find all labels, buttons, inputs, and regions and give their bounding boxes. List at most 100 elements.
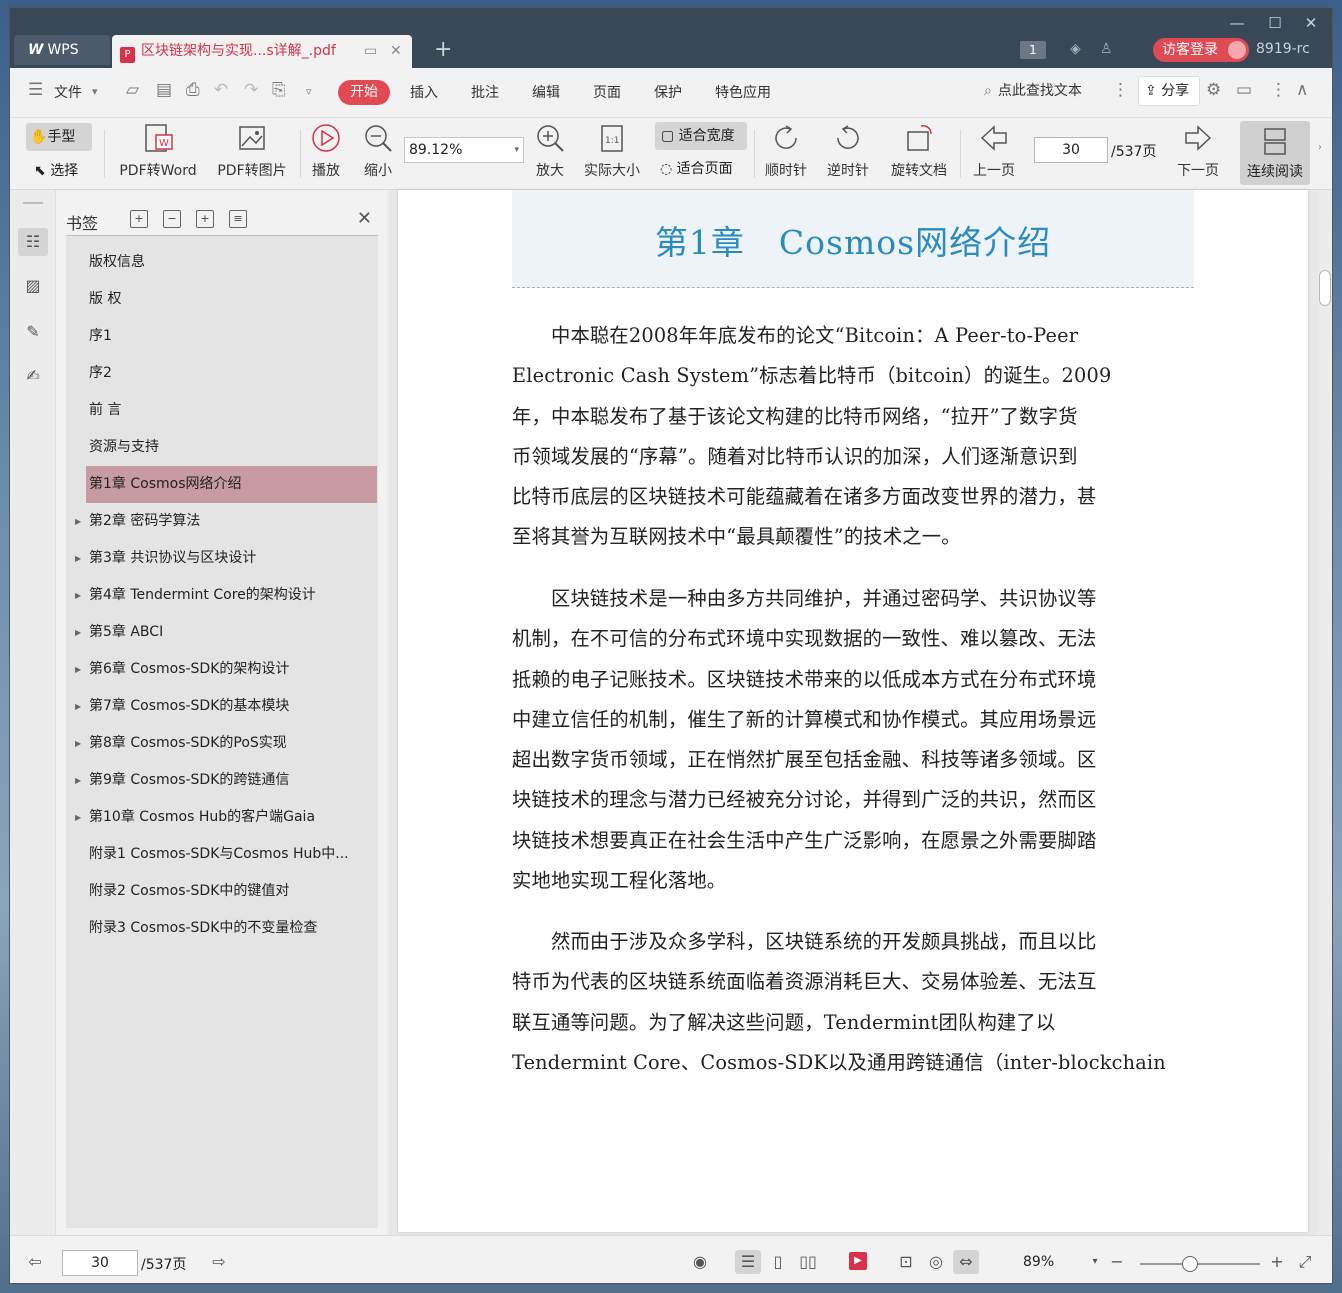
bookmark-item[interactable]: ▶ 第6章 Cosmos-SDK的架构设计 [66, 651, 378, 688]
undo-icon[interactable]: ↶ [214, 80, 228, 100]
bookmark-item[interactable]: 附录2 Cosmos-SDK中的键值对 [66, 873, 378, 910]
zoom-out-button[interactable]: 缩小 [358, 118, 398, 188]
expand-arrow-icon[interactable]: ▶ [75, 614, 81, 651]
tab-start[interactable]: 开始 [338, 80, 390, 105]
signature-icon[interactable]: ✍ [18, 362, 48, 390]
bookmark-options-icon[interactable]: ≡ [229, 210, 247, 228]
new-tab-button[interactable]: + [434, 37, 452, 62]
bookmark-item[interactable]: 版 权 [66, 281, 378, 318]
bookmark-panel-icon[interactable]: ☷ [18, 228, 48, 256]
bookmark-item[interactable]: 序2 [66, 355, 378, 392]
actual-size-status-icon[interactable]: ⊡ [893, 1250, 919, 1274]
prev-page-button[interactable]: 上一页 [968, 118, 1020, 188]
rotate-document-button[interactable]: 旋转文档 [886, 118, 952, 188]
window-count-badge[interactable]: 1 [1020, 41, 1046, 59]
tab-edit[interactable]: 编辑 [532, 82, 560, 102]
thumbnail-icon[interactable]: ▨ [18, 272, 48, 300]
more-vertical-icon[interactable]: ⋮ [1112, 80, 1129, 100]
bookmark-item[interactable]: ▶ 第3章 共识协议与区块设计 [66, 540, 378, 577]
expand-arrow-icon[interactable]: ▶ [75, 503, 81, 540]
pdf-to-word-button[interactable]: W PDF转Word [112, 118, 204, 188]
single-page-icon[interactable]: ▯ [765, 1250, 791, 1274]
status-zoom-value[interactable]: 89% [1023, 1254, 1054, 1270]
more-options-icon[interactable]: ⋮ [1270, 80, 1287, 100]
bookmark-item[interactable]: ▶ 第4章 Tendermint Core的架构设计 [66, 577, 378, 614]
rotate-clockwise-button[interactable]: 顺时针 [760, 118, 812, 188]
export-icon[interactable]: ⎘ [272, 80, 286, 100]
maximize-icon[interactable]: ☐ [1260, 12, 1290, 34]
gear-icon[interactable]: ⚙ [1206, 80, 1221, 100]
fullscreen-icon[interactable]: ⤢ [1292, 1250, 1318, 1274]
tab-annotate[interactable]: 批注 [471, 82, 499, 102]
zoom-plus-icon[interactable]: + [1264, 1250, 1290, 1274]
bookmark-item[interactable]: ▶ 第2章 密码学算法 [66, 503, 378, 540]
close-icon[interactable]: ✕ [357, 208, 372, 229]
bookmark-item[interactable]: ▶第1章 Cosmos网络介绍 [86, 466, 377, 503]
save-icon[interactable]: ▤ [156, 80, 172, 100]
chat-icon[interactable]: ▭ [1236, 80, 1252, 100]
fit-width-button[interactable]: ▢ 适合宽度 [655, 122, 747, 150]
bookmark-item[interactable]: 附录1 Cosmos-SDK与Cosmos Hub中... [66, 836, 378, 873]
tab-document[interactable]: P 区块链架构与实现...s详解_.pdf ▭ ✕ [112, 35, 412, 68]
tab-page[interactable]: 页面 [593, 82, 621, 102]
expand-arrow-icon[interactable]: ▶ [75, 651, 81, 688]
ribbon-scroll-right-icon[interactable]: › [1318, 142, 1322, 153]
zoom-select[interactable]: 89.12% ▾ [404, 137, 524, 163]
file-menu[interactable]: 文件 [54, 82, 82, 102]
bookmark-item[interactable]: ▶ 第10章 Cosmos Hub的客户端Gaia [66, 799, 378, 836]
bookmark-item[interactable]: 资源与支持 [66, 429, 378, 466]
minimize-icon[interactable]: — [1222, 12, 1252, 34]
status-page-input[interactable]: 30 [62, 1250, 138, 1276]
page-number-input[interactable]: 30 [1034, 137, 1108, 163]
zoom-slider-knob[interactable] [1182, 1256, 1198, 1272]
redo-icon[interactable]: ↷ [244, 80, 258, 100]
expand-arrow-icon[interactable]: ▶ [75, 799, 81, 836]
chevron-down-icon[interactable]: ▾ [92, 85, 98, 98]
continuous-read-button[interactable]: 连续阅读 [1240, 121, 1310, 185]
tab-wps-home[interactable]: W WPS [14, 35, 110, 65]
next-page-button[interactable]: 下一页 [1172, 118, 1224, 188]
open-icon[interactable]: ▱ [126, 80, 139, 100]
play-button[interactable]: 播放 [306, 118, 346, 188]
hamburger-icon[interactable]: ☰ [28, 80, 43, 100]
expand-arrow-icon[interactable]: ▶ [75, 762, 81, 799]
collapse-ribbon-icon[interactable]: ∧ [1296, 80, 1308, 100]
zoom-in-button[interactable]: 放大 [530, 118, 570, 188]
actual-size-button[interactable]: 1:1 实际大小 [580, 118, 644, 188]
close-tab-icon[interactable]: ✕ [390, 35, 402, 67]
tab-insert[interactable]: 插入 [410, 82, 438, 102]
annotation-icon[interactable]: ✎ [18, 318, 48, 346]
guest-login-button[interactable]: 访客登录 [1153, 38, 1249, 62]
share-button[interactable]: ⇪ 分享 [1138, 76, 1200, 106]
continuous-view-icon[interactable]: ☰ [735, 1250, 761, 1274]
fit-page-button[interactable]: ◌ 适合页面 [660, 158, 733, 178]
select-tool-button[interactable]: ⬉ 选择 [34, 160, 78, 180]
collapse-all-icon[interactable]: − [163, 210, 181, 228]
expand-arrow-icon[interactable]: ▶ [75, 540, 81, 577]
bookmark-item[interactable]: 版权信息 [66, 244, 378, 281]
zoom-dropdown-icon[interactable]: ▾ [514, 138, 519, 162]
fit-width-status-icon[interactable]: ⇔ [953, 1250, 979, 1274]
next-page-arrow-icon[interactable]: ⇨ [206, 1250, 232, 1274]
pdf-to-image-button[interactable]: PDF转图片 [210, 118, 294, 188]
screen-icon[interactable]: ▭ [364, 35, 377, 67]
bookmark-item[interactable]: 附录3 Cosmos-SDK中的不变量检查 [66, 910, 378, 947]
tab-protect[interactable]: 保护 [654, 82, 682, 102]
expand-arrow-icon[interactable]: ▶ [75, 688, 81, 725]
prev-page-arrow-icon[interactable]: ⇦ [22, 1250, 48, 1274]
add-bookmark-icon[interactable]: + [196, 210, 214, 228]
fit-page-status-icon[interactable]: ◎ [923, 1250, 949, 1274]
tab-special-apps[interactable]: 特色应用 [715, 82, 771, 102]
zoom-slider[interactable] [1140, 1256, 1260, 1272]
zoom-minus-icon[interactable]: − [1104, 1250, 1130, 1274]
bookmark-item[interactable]: ▶ 第9章 Cosmos-SDK的跨链通信 [66, 762, 378, 799]
find-text-search[interactable]: ⌕ 点此查找文本 [984, 80, 1082, 100]
print-icon[interactable]: ⎙ [186, 80, 200, 100]
bookmark-item[interactable]: ▶ 第8章 Cosmos-SDK的PoS实现 [66, 725, 378, 762]
expand-all-icon[interactable]: + [130, 210, 148, 228]
scrollbar-thumb[interactable] [1319, 270, 1331, 306]
bookmark-item[interactable]: ▶ 第7章 Cosmos-SDK的基本模块 [66, 688, 378, 725]
eye-protection-icon[interactable]: ◉ [687, 1250, 713, 1274]
two-page-icon[interactable]: ▯▯ [795, 1250, 821, 1274]
skin-icon[interactable]: ◈ [1070, 41, 1081, 57]
